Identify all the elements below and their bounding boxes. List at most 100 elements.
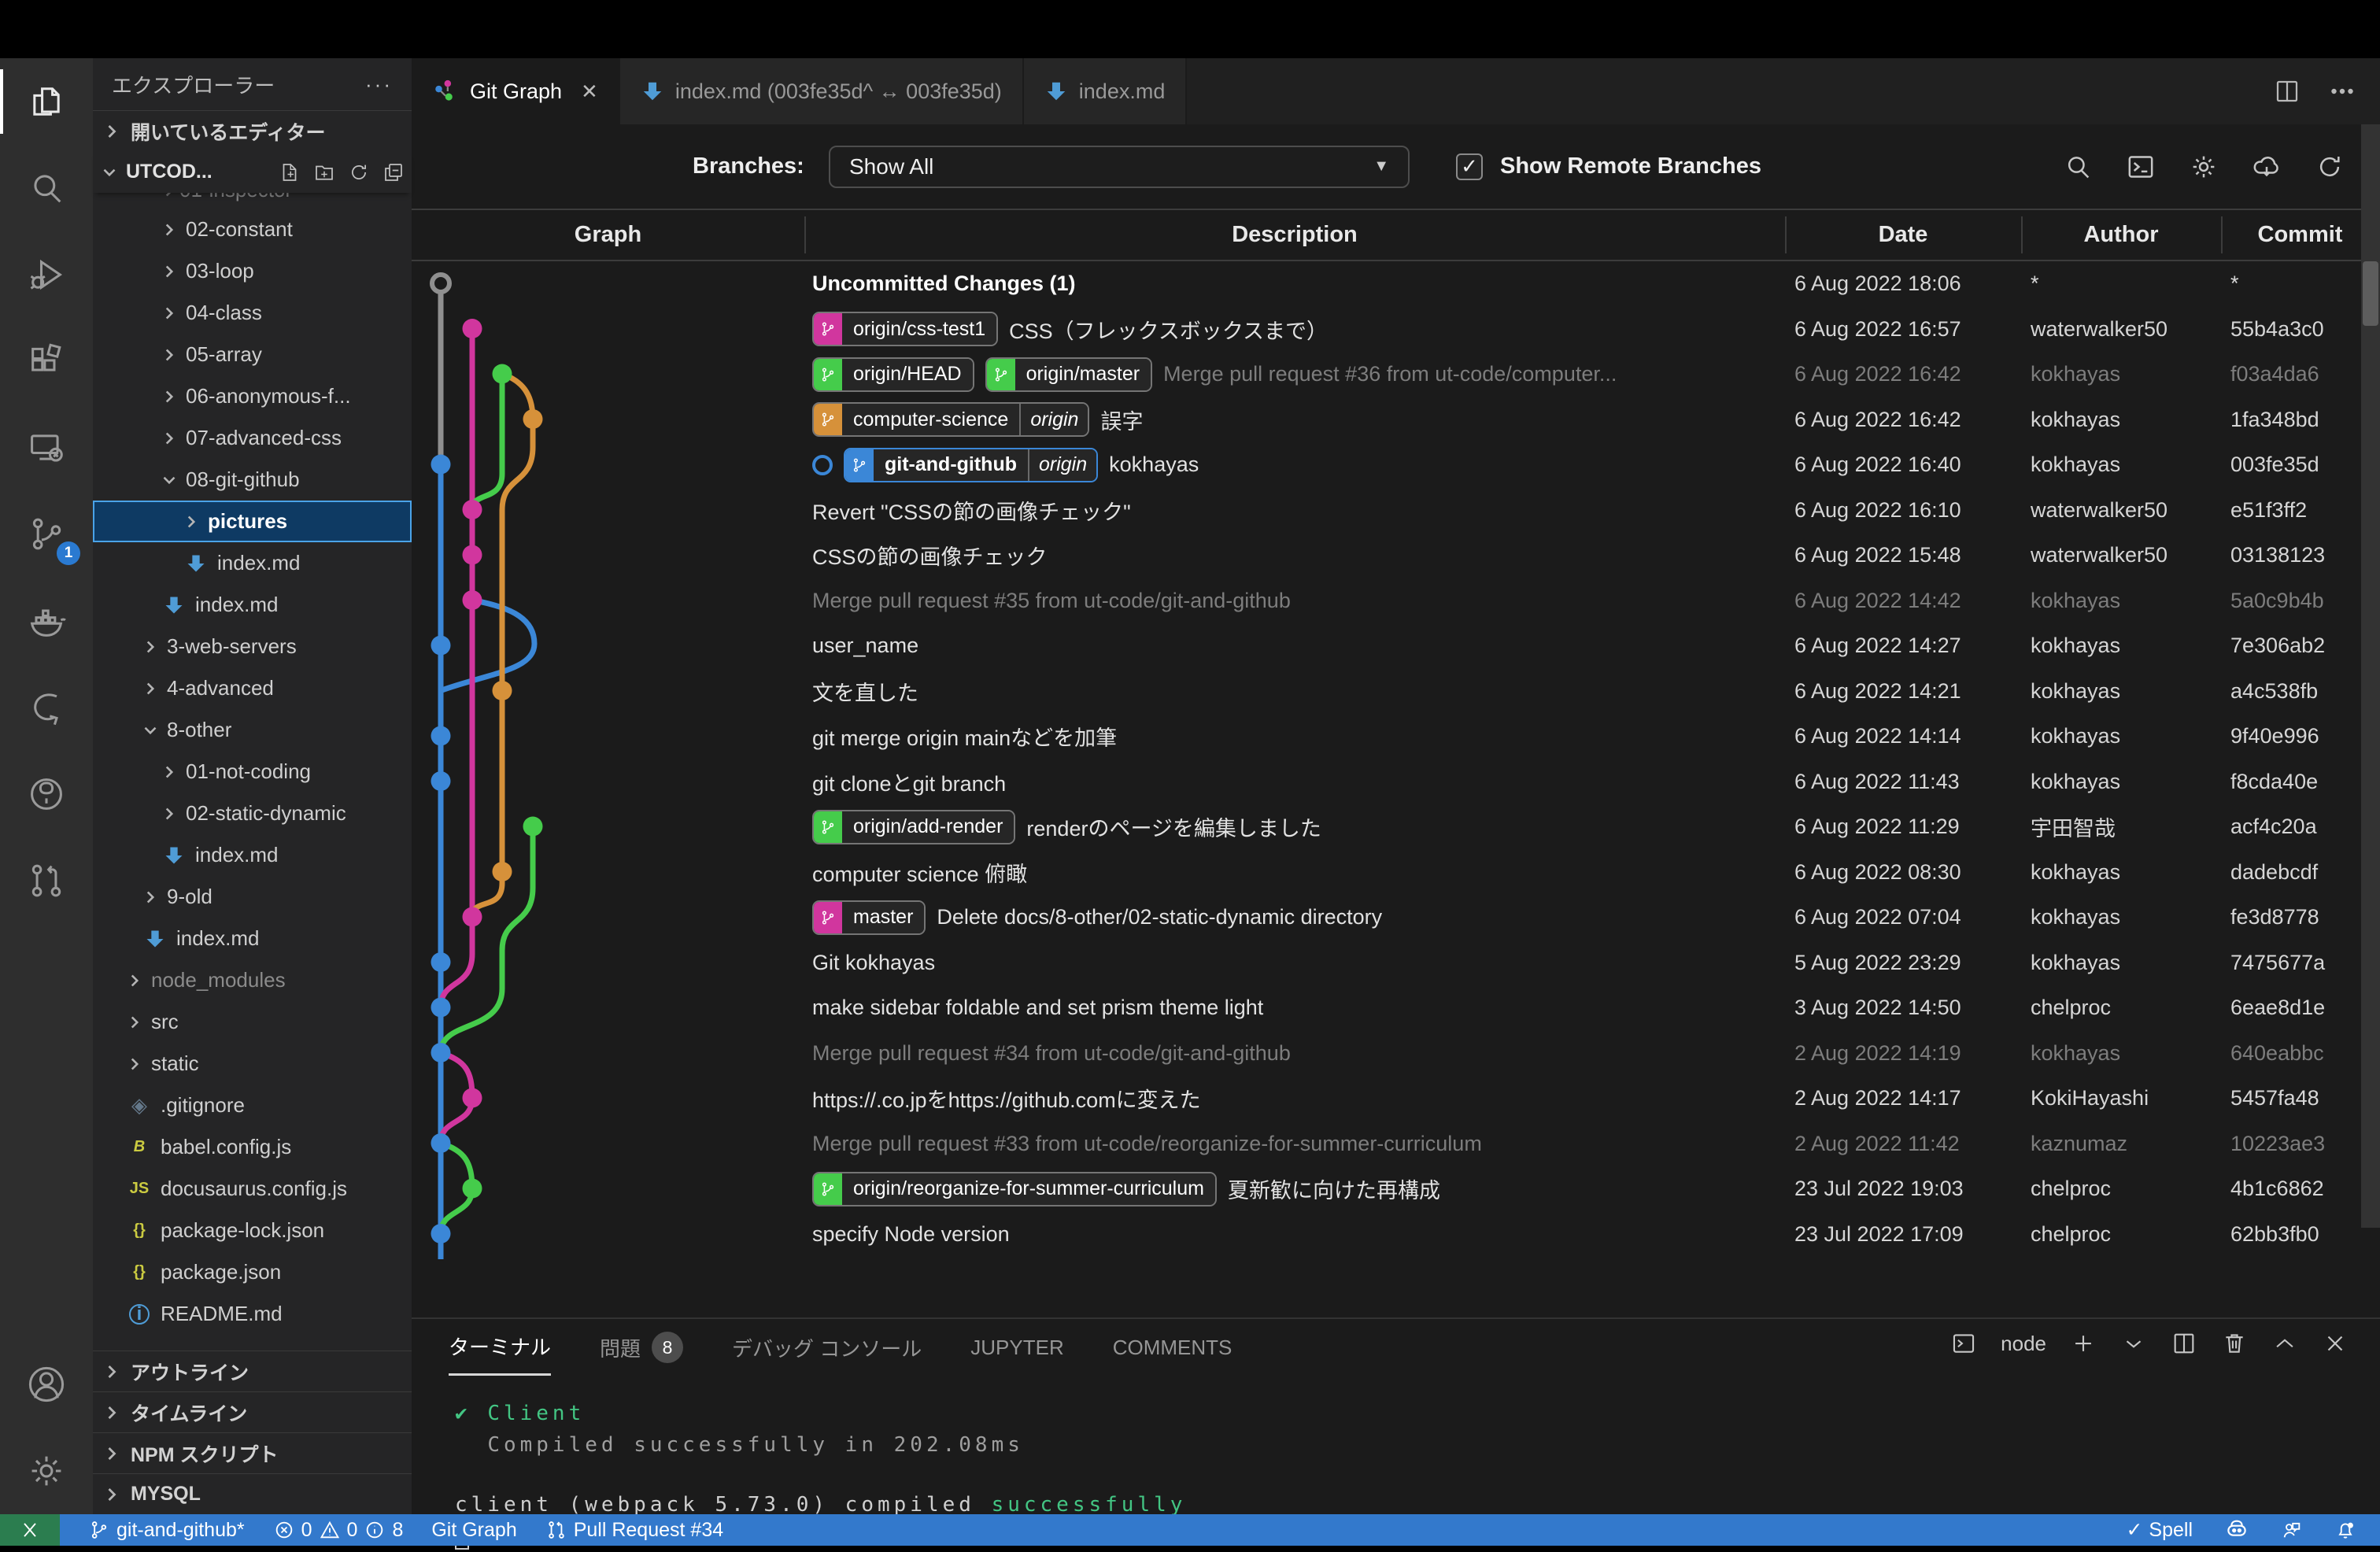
commit-row[interactable]: https://.co.jpをhttps://github.comに変えた2 A… [412, 1076, 2361, 1122]
show-remote-checkbox[interactable]: ✓ [1456, 153, 1483, 180]
copilot-icon[interactable] [2224, 1517, 2249, 1543]
new-folder-icon[interactable] [312, 161, 336, 184]
panel-tab-ターミナル[interactable]: ターミナル [449, 1319, 551, 1376]
refresh-icon[interactable] [2314, 151, 2345, 183]
tree-item-package-lock.json[interactable]: {}package-lock.json [93, 1210, 412, 1251]
col-graph[interactable]: Graph [412, 210, 804, 260]
tree-item-pictures[interactable]: pictures [93, 501, 412, 542]
tree-item-node_modules[interactable]: node_modules [93, 959, 412, 1001]
feedback-icon[interactable] [2281, 1519, 2303, 1541]
tree-item-babel.config.js[interactable]: Bbabel.config.js [93, 1126, 412, 1168]
commit-row[interactable]: origin/add-renderrenderのページを編集しました6 Aug … [412, 804, 2361, 850]
commit-row[interactable]: computer science 俯瞰6 Aug 2022 08:30kokha… [412, 850, 2361, 896]
tree-item-index.md[interactable]: index.md [93, 542, 412, 584]
tree-item-docusaurus.config.js[interactable]: JSdocusaurus.config.js [93, 1168, 412, 1210]
extensions-icon[interactable] [0, 318, 93, 405]
refresh-icon[interactable] [347, 161, 371, 184]
branch-status[interactable]: git-and-github* [88, 1519, 245, 1542]
docker-icon[interactable] [0, 578, 93, 664]
commit-row[interactable]: origin/HEADorigin/masterMerge pull reque… [412, 352, 2361, 397]
commit-row[interactable]: git merge origin mainなどを加筆6 Aug 2022 14:… [412, 714, 2361, 759]
tree-item-9-old[interactable]: 9-old [93, 876, 412, 918]
git-graph-status[interactable]: Git Graph [431, 1519, 516, 1542]
scrollbar[interactable] [2361, 124, 2380, 1228]
search-icon[interactable] [2062, 151, 2094, 183]
commit-row[interactable]: origin/reorganize-for-summer-curriculum夏… [412, 1166, 2361, 1212]
tree-item-README.md[interactable]: iREADME.md [93, 1293, 412, 1335]
run-debug-icon[interactable] [0, 231, 93, 318]
branch-badge[interactable]: git-and-githuborigin [844, 448, 1098, 482]
more-actions-icon[interactable] [2328, 77, 2356, 105]
commit-row[interactable]: Git kokhayas5 Aug 2022 23:29kokhayas7475… [412, 940, 2361, 986]
commit-row[interactable]: Merge pull request #33 from ut-code/reor… [412, 1122, 2361, 1167]
col-commit[interactable]: Commit [2221, 210, 2379, 260]
scrollbar-thumb[interactable] [2363, 261, 2378, 326]
tree-item-01-not-coding[interactable]: 01-not-coding [93, 751, 412, 793]
account-icon[interactable] [0, 1341, 93, 1428]
branch-badge[interactable]: master [812, 900, 926, 935]
commit-row[interactable]: git-and-githuboriginkokhayas6 Aug 2022 1… [412, 442, 2361, 488]
col-description[interactable]: Description [804, 210, 1785, 260]
more-actions-icon[interactable]: ··· [365, 72, 393, 97]
commit-row[interactable]: Merge pull request #35 from ut-code/git-… [412, 578, 2361, 624]
tree-item-02-constant[interactable]: 02-constant [93, 209, 412, 250]
tree-item-05-array[interactable]: 05-array [93, 334, 412, 375]
trash-icon[interactable] [2221, 1330, 2248, 1357]
branch-badge[interactable]: origin/master [985, 357, 1153, 392]
source-control-icon[interactable]: 1 [0, 491, 93, 578]
branches-dropdown[interactable]: Show All ▼ [829, 146, 1410, 188]
panel-tab-問題[interactable]: 問題8 [600, 1319, 683, 1376]
partial-tree-item[interactable]: 01-inspector [93, 193, 412, 209]
tree-item-src[interactable]: src [93, 1001, 412, 1043]
commit-row[interactable]: make sidebar foldable and set prism them… [412, 985, 2361, 1031]
settings-gear-icon[interactable] [2188, 151, 2219, 183]
split-editor-icon[interactable] [2273, 77, 2301, 105]
fetch-cloud-icon[interactable] [2251, 151, 2282, 183]
new-terminal-icon[interactable] [2070, 1330, 2097, 1357]
section-NPM-スクリプト[interactable]: NPM スクリプト [93, 1432, 412, 1473]
new-file-icon[interactable] [278, 161, 301, 184]
commit-row[interactable]: CSSの節の画像チェック6 Aug 2022 15:48waterwalker5… [412, 533, 2361, 578]
tree-item-package.json[interactable]: {}package.json [93, 1251, 412, 1293]
commit-row[interactable]: 文を直した6 Aug 2022 14:21kokhayasa4c538fb [412, 669, 2361, 715]
branch-badge[interactable]: origin/css-test1 [812, 312, 998, 346]
remote-indicator[interactable] [0, 1514, 60, 1546]
section-アウトライン[interactable]: アウトライン [93, 1351, 412, 1391]
search-icon[interactable] [0, 145, 93, 231]
commit-row[interactable]: user_name6 Aug 2022 14:27kokhayas7e306ab… [412, 623, 2361, 669]
maximize-panel-icon[interactable] [2271, 1330, 2298, 1357]
terminal-icon[interactable] [2125, 151, 2156, 183]
github-icon[interactable] [0, 751, 93, 837]
tree-item-4-advanced[interactable]: 4-advanced [93, 667, 412, 709]
tree-item-07-advanced-css[interactable]: 07-advanced-css [93, 417, 412, 459]
commit-row[interactable]: specify Node version23 Jul 2022 17:09che… [412, 1212, 2361, 1258]
tab-index-diff[interactable]: index.md (003fe35d^ ↔ 003fe35d) [620, 58, 1024, 124]
section-MYSQL[interactable]: MYSQL [93, 1473, 412, 1514]
tab-close-icon[interactable]: ✕ [581, 79, 598, 104]
panel-tab-デバッグ コンソール[interactable]: デバッグ コンソール [732, 1319, 922, 1376]
branch-badge[interactable]: computer-scienceorigin [812, 402, 1089, 437]
close-panel-icon[interactable] [2322, 1330, 2349, 1357]
settings-gear-icon[interactable] [0, 1428, 93, 1514]
tree-item-index.md[interactable]: index.md [93, 918, 412, 959]
tree-item-.gitignore[interactable]: ◈.gitignore [93, 1085, 412, 1126]
tree-item-index.md[interactable]: index.md [93, 584, 412, 626]
explorer-icon[interactable] [0, 58, 93, 145]
commit-row[interactable]: Uncommitted Changes (1)6 Aug 2022 18:06*… [412, 261, 2361, 307]
collapse-all-icon[interactable] [382, 161, 405, 184]
branch-badge[interactable]: origin/reorganize-for-summer-curriculum [812, 1172, 1217, 1206]
tree-item-06-anonymous-f...[interactable]: 06-anonymous-f... [93, 375, 412, 417]
panel-tab-COMMENTS[interactable]: COMMENTS [1113, 1319, 1232, 1376]
tree-item-03-loop[interactable]: 03-loop [93, 250, 412, 292]
tab-index-md[interactable]: index.md [1024, 58, 1188, 124]
tree-item-static[interactable]: static [93, 1043, 412, 1085]
tree-item-8-other[interactable]: 8-other [93, 709, 412, 751]
commit-row[interactable]: masterDelete docs/8-other/02-static-dyna… [412, 895, 2361, 940]
col-author[interactable]: Author [2021, 210, 2221, 260]
commit-row[interactable]: computer-scienceorigin誤字6 Aug 2022 16:42… [412, 397, 2361, 443]
commit-row[interactable]: Merge pull request #34 from ut-code/git-… [412, 1031, 2361, 1077]
tree-item-04-class[interactable]: 04-class [93, 292, 412, 334]
tree-item-index.md[interactable]: index.md [93, 834, 412, 876]
tree-item-02-static-dynamic[interactable]: 02-static-dynamic [93, 793, 412, 834]
curved-arrow-icon[interactable] [0, 664, 93, 751]
